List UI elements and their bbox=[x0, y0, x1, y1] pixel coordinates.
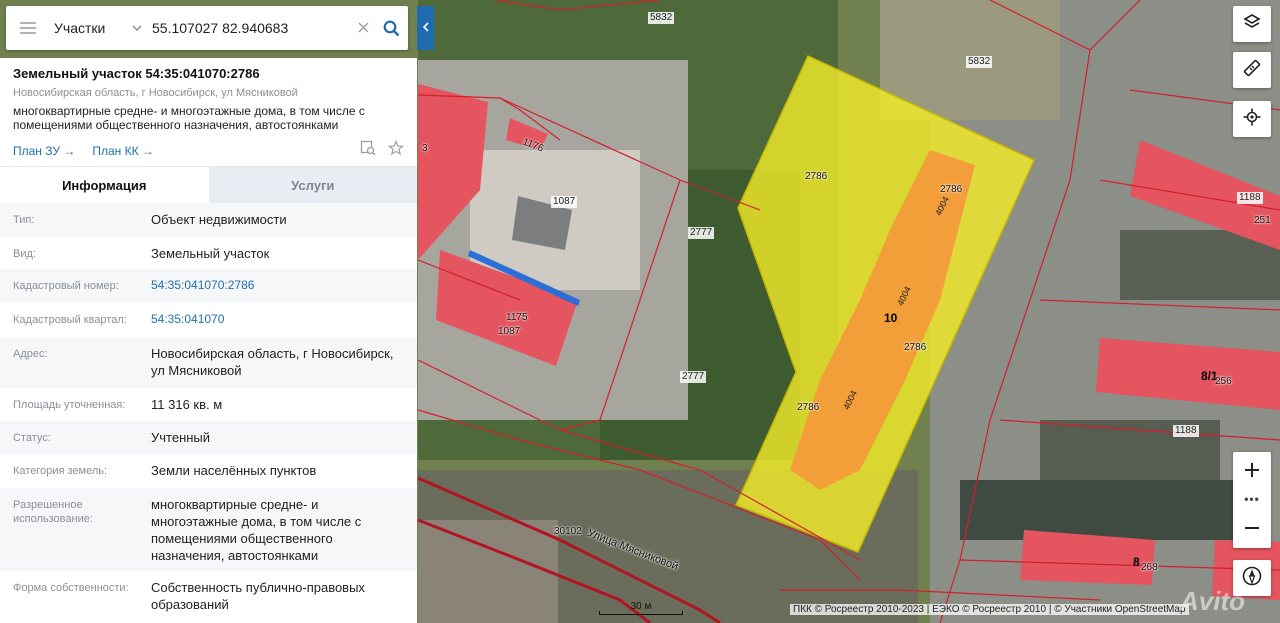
more-icon[interactable]: ••• bbox=[1233, 488, 1271, 510]
map-label-building-number: 10 bbox=[884, 311, 898, 325]
layer-select-value: Участки bbox=[54, 20, 106, 36]
copy-search-icon[interactable] bbox=[360, 140, 376, 161]
info-label: Кадастровый номер: bbox=[13, 280, 119, 292]
parcel-use: многоквартирные средне- и многоэтажные д… bbox=[13, 104, 365, 132]
map-label-parcel: 251 bbox=[1254, 215, 1271, 226]
info-label: Форма собственности: bbox=[13, 582, 129, 594]
info-label: Вид: bbox=[13, 248, 36, 260]
map-attribution: ПКК © Росреестр 2010-2023 | ЕЭКО © Росре… bbox=[790, 604, 1189, 615]
compass-icon bbox=[1242, 566, 1262, 591]
map-label-parcel: 2777 bbox=[680, 371, 707, 383]
info-row-address: Адрес: Новосибирская область, г Новосиби… bbox=[0, 337, 417, 388]
info-label: Разрешенное использование: bbox=[13, 499, 93, 525]
cadastral-quarter-link[interactable]: 54:35:041070 bbox=[151, 303, 407, 336]
info-value: многоквартирные средне- и многоэтажные д… bbox=[151, 497, 362, 563]
star-icon[interactable] bbox=[387, 139, 405, 161]
locate-icon bbox=[1243, 108, 1261, 131]
map-label-parcel: 2786 bbox=[805, 171, 828, 182]
info-row-kind: Вид: Земельный участок bbox=[0, 237, 417, 269]
plan-kk-link[interactable]: План КК → bbox=[92, 144, 154, 158]
map-label-parcel: 5832 bbox=[648, 12, 675, 24]
map-label-parcel: 2786 bbox=[797, 402, 820, 413]
chevron-down-icon bbox=[132, 22, 142, 34]
info-label: Адрес: bbox=[13, 348, 48, 360]
info-value: Собственность публично-правовых образова… bbox=[151, 580, 365, 612]
info-value: 11 316 кв. м bbox=[151, 397, 223, 412]
layers-button[interactable] bbox=[1233, 6, 1271, 42]
info-label: Категория земель: bbox=[13, 465, 108, 477]
info-label: Площадь уточненная: bbox=[13, 399, 126, 411]
map-label-parcel: 256 bbox=[1215, 376, 1232, 387]
compass-button[interactable] bbox=[1233, 560, 1271, 596]
map-scale: 30 м bbox=[599, 601, 683, 615]
search-icon[interactable] bbox=[374, 6, 408, 50]
info-row-type: Тип: Объект недвижимости bbox=[0, 203, 417, 237]
info-label: Тип: bbox=[13, 214, 35, 226]
map-label-parcel: 1188 bbox=[1237, 192, 1263, 204]
close-icon[interactable] bbox=[352, 20, 374, 37]
header-links: План ЗУ → План КК → bbox=[13, 139, 405, 161]
panel-collapse-button[interactable] bbox=[417, 6, 434, 50]
map-scale-bar bbox=[599, 611, 683, 615]
search-bar: Участки bbox=[6, 6, 408, 50]
map-label-parcel: 30102 bbox=[554, 526, 582, 537]
map-label-parcel: 3 bbox=[422, 143, 428, 154]
info-row-cadastral-number: Кадастровый номер: 54:35:041070:2786 bbox=[0, 269, 417, 303]
zoom-out-button[interactable] bbox=[1233, 510, 1271, 546]
info-row-cadastral-quarter: Кадастровый квартал: 54:35:041070 bbox=[0, 303, 417, 337]
layers-icon bbox=[1243, 13, 1261, 36]
map-label-parcel: 1087 bbox=[498, 326, 521, 337]
locate-button[interactable] bbox=[1233, 101, 1271, 137]
info-row-permitted-use: Разрешенное использование: многоквартирн… bbox=[0, 488, 417, 571]
map-label-parcel: 268 bbox=[1141, 562, 1158, 573]
map-label-parcel: 5832 bbox=[966, 56, 993, 68]
info-row-land-category: Категория земель: Земли населённых пункт… bbox=[0, 454, 417, 488]
map-label-parcel: 1087 bbox=[551, 196, 578, 208]
info-value: Учтенный bbox=[151, 430, 211, 445]
cadastral-number-link[interactable]: 54:35:041070:2786 bbox=[151, 269, 407, 302]
parcel-title: Земельный участок 54:35:041070:2786 bbox=[13, 66, 260, 81]
tab-services[interactable]: Услуги bbox=[208, 167, 417, 203]
ruler-button[interactable] bbox=[1233, 52, 1271, 88]
info-row-status: Статус: Учтенный bbox=[0, 421, 417, 454]
header-actions bbox=[360, 139, 405, 161]
info-row-ownership: Форма собственности: Собственность публи… bbox=[0, 571, 417, 623]
chevron-left-icon bbox=[422, 21, 429, 35]
map-label-parcel: 1188 bbox=[1173, 425, 1199, 437]
search-input[interactable] bbox=[146, 6, 352, 50]
map-label-parcel: 2786 bbox=[904, 342, 927, 353]
map-label-parcel: 2777 bbox=[688, 227, 715, 239]
parcel-header: Земельный участок 54:35:041070:2786 Ново… bbox=[0, 58, 417, 167]
tab-info[interactable]: Информация bbox=[0, 167, 209, 203]
info-list: Тип: Объект недвижимости Вид: Земельный … bbox=[0, 203, 417, 623]
ruler-icon bbox=[1243, 59, 1261, 82]
menu-icon[interactable] bbox=[6, 6, 50, 50]
info-value: Земельный участок bbox=[151, 246, 270, 261]
zoom-controls: ••• bbox=[1233, 452, 1271, 548]
parcel-address: Новосибирская область, г Новосибирск, ул… bbox=[13, 87, 298, 99]
map-label-parcel: 1175 bbox=[506, 312, 528, 323]
info-label: Статус: bbox=[13, 432, 51, 444]
info-panel: Земельный участок 54:35:041070:2786 Ново… bbox=[0, 58, 417, 623]
plan-zu-link[interactable]: План ЗУ → bbox=[13, 144, 75, 158]
panel-tabs: Информация Услуги bbox=[0, 167, 417, 203]
info-value: Новосибирская область, г Новосибирск, ул… bbox=[151, 346, 394, 378]
info-label: Кадастровый квартал: bbox=[13, 314, 127, 326]
info-value: Земли населённых пунктов bbox=[151, 463, 317, 478]
info-value: Объект недвижимости bbox=[151, 212, 287, 227]
zoom-in-button[interactable] bbox=[1233, 452, 1271, 488]
layer-select[interactable]: Участки bbox=[50, 6, 146, 50]
info-row-area: Площадь уточненная: 11 316 кв. м bbox=[0, 388, 417, 421]
